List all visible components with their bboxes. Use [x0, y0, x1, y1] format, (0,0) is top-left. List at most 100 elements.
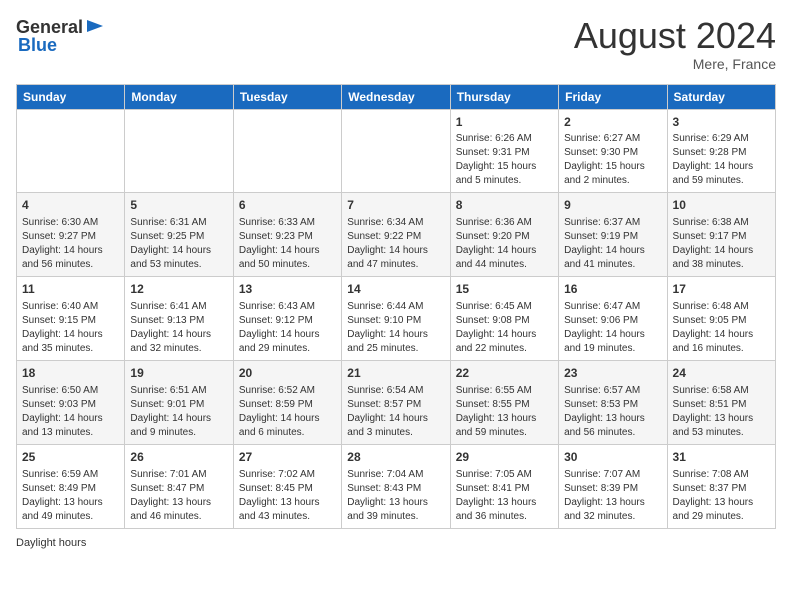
day-number: 6 [239, 197, 336, 214]
day-info: and 25 minutes. [347, 342, 444, 356]
calendar-cell: 31Sunrise: 7:08 AMSunset: 8:37 PMDayligh… [667, 444, 775, 528]
day-info: Sunrise: 6:47 AM [564, 300, 661, 314]
calendar-dow-wednesday: Wednesday [342, 84, 450, 109]
day-info: and 16 minutes. [673, 342, 770, 356]
day-info: and 47 minutes. [347, 258, 444, 272]
day-info: Sunset: 9:08 PM [456, 314, 553, 328]
day-info: Sunrise: 7:04 AM [347, 468, 444, 482]
day-info: and 6 minutes. [239, 426, 336, 440]
day-info: Sunrise: 6:37 AM [564, 216, 661, 230]
day-info: and 44 minutes. [456, 258, 553, 272]
day-number: 4 [22, 197, 119, 214]
logo: General Blue [16, 16, 107, 56]
title-block: August 2024 Mere, France [574, 16, 776, 72]
day-number: 8 [456, 197, 553, 214]
day-info: Sunrise: 6:40 AM [22, 300, 119, 314]
calendar-dow-monday: Monday [125, 84, 233, 109]
day-info: Daylight: 14 hours [456, 328, 553, 342]
day-info: and 3 minutes. [347, 426, 444, 440]
day-info: Daylight: 13 hours [673, 412, 770, 426]
day-info: Sunset: 9:13 PM [130, 314, 227, 328]
day-info: Sunset: 9:17 PM [673, 230, 770, 244]
day-info: Daylight: 14 hours [347, 328, 444, 342]
day-number: 19 [130, 365, 227, 382]
day-info: Daylight: 14 hours [564, 328, 661, 342]
calendar-cell: 17Sunrise: 6:48 AMSunset: 9:05 PMDayligh… [667, 277, 775, 361]
calendar-dow-tuesday: Tuesday [233, 84, 341, 109]
day-info: and 53 minutes. [673, 426, 770, 440]
day-info: Sunset: 8:41 PM [456, 482, 553, 496]
day-info: Sunrise: 7:08 AM [673, 468, 770, 482]
day-info: and 49 minutes. [22, 510, 119, 524]
day-info: and 13 minutes. [22, 426, 119, 440]
calendar-week-2: 4Sunrise: 6:30 AMSunset: 9:27 PMDaylight… [17, 193, 776, 277]
day-info: Daylight: 14 hours [239, 412, 336, 426]
day-number: 17 [673, 281, 770, 298]
day-info: Sunrise: 6:38 AM [673, 216, 770, 230]
calendar-week-1: 1Sunrise: 6:26 AMSunset: 9:31 PMDaylight… [17, 109, 776, 193]
day-info: Sunset: 8:51 PM [673, 398, 770, 412]
calendar-cell [233, 109, 341, 193]
day-info: Sunrise: 6:26 AM [456, 132, 553, 146]
day-number: 18 [22, 365, 119, 382]
day-info: and 53 minutes. [130, 258, 227, 272]
day-info: Sunrise: 6:58 AM [673, 384, 770, 398]
calendar-cell: 11Sunrise: 6:40 AMSunset: 9:15 PMDayligh… [17, 277, 125, 361]
day-number: 28 [347, 449, 444, 466]
day-info: and 59 minutes. [673, 174, 770, 188]
day-info: Sunrise: 6:33 AM [239, 216, 336, 230]
day-info: Sunset: 9:31 PM [456, 146, 553, 160]
day-info: Sunset: 9:23 PM [239, 230, 336, 244]
day-info: and 50 minutes. [239, 258, 336, 272]
day-number: 13 [239, 281, 336, 298]
calendar-cell: 25Sunrise: 6:59 AMSunset: 8:49 PMDayligh… [17, 444, 125, 528]
day-info: Daylight: 15 hours [456, 160, 553, 174]
day-info: Sunrise: 7:05 AM [456, 468, 553, 482]
day-info: Sunrise: 6:54 AM [347, 384, 444, 398]
day-info: Daylight: 14 hours [239, 244, 336, 258]
day-number: 26 [130, 449, 227, 466]
day-info: Sunset: 9:22 PM [347, 230, 444, 244]
day-info: Sunset: 9:12 PM [239, 314, 336, 328]
day-info: Daylight: 14 hours [130, 244, 227, 258]
calendar-cell: 5Sunrise: 6:31 AMSunset: 9:25 PMDaylight… [125, 193, 233, 277]
day-info: Sunrise: 6:41 AM [130, 300, 227, 314]
calendar-table: SundayMondayTuesdayWednesdayThursdayFrid… [16, 84, 776, 529]
day-number: 31 [673, 449, 770, 466]
calendar-week-3: 11Sunrise: 6:40 AMSunset: 9:15 PMDayligh… [17, 277, 776, 361]
day-number: 29 [456, 449, 553, 466]
calendar-cell: 23Sunrise: 6:57 AMSunset: 8:53 PMDayligh… [559, 360, 667, 444]
calendar-cell: 1Sunrise: 6:26 AMSunset: 9:31 PMDaylight… [450, 109, 558, 193]
day-info: Daylight: 14 hours [22, 328, 119, 342]
day-info: Sunset: 9:10 PM [347, 314, 444, 328]
day-info: and 56 minutes. [564, 426, 661, 440]
day-info: and 5 minutes. [456, 174, 553, 188]
calendar-dow-saturday: Saturday [667, 84, 775, 109]
day-number: 3 [673, 114, 770, 131]
page-header: General Blue August 2024 Mere, France [16, 16, 776, 72]
calendar-cell: 28Sunrise: 7:04 AMSunset: 8:43 PMDayligh… [342, 444, 450, 528]
day-number: 20 [239, 365, 336, 382]
day-info: Sunrise: 6:50 AM [22, 384, 119, 398]
day-info: Daylight: 14 hours [130, 412, 227, 426]
day-info: Daylight: 14 hours [22, 412, 119, 426]
day-info: and 59 minutes. [456, 426, 553, 440]
day-info: Sunrise: 6:30 AM [22, 216, 119, 230]
calendar-cell: 27Sunrise: 7:02 AMSunset: 8:45 PMDayligh… [233, 444, 341, 528]
logo-blue: Blue [18, 36, 57, 56]
day-info: Sunset: 9:19 PM [564, 230, 661, 244]
day-info: Sunrise: 6:51 AM [130, 384, 227, 398]
day-info: Sunrise: 6:29 AM [673, 132, 770, 146]
day-info: Sunrise: 6:59 AM [22, 468, 119, 482]
day-info: Sunrise: 6:45 AM [456, 300, 553, 314]
day-info: Sunset: 8:59 PM [239, 398, 336, 412]
day-info: Sunset: 9:15 PM [22, 314, 119, 328]
day-info: Sunrise: 6:48 AM [673, 300, 770, 314]
day-number: 16 [564, 281, 661, 298]
day-info: Sunset: 9:05 PM [673, 314, 770, 328]
day-number: 9 [564, 197, 661, 214]
day-info: Sunrise: 6:44 AM [347, 300, 444, 314]
calendar-dow-sunday: Sunday [17, 84, 125, 109]
day-number: 12 [130, 281, 227, 298]
day-info: Sunrise: 6:57 AM [564, 384, 661, 398]
